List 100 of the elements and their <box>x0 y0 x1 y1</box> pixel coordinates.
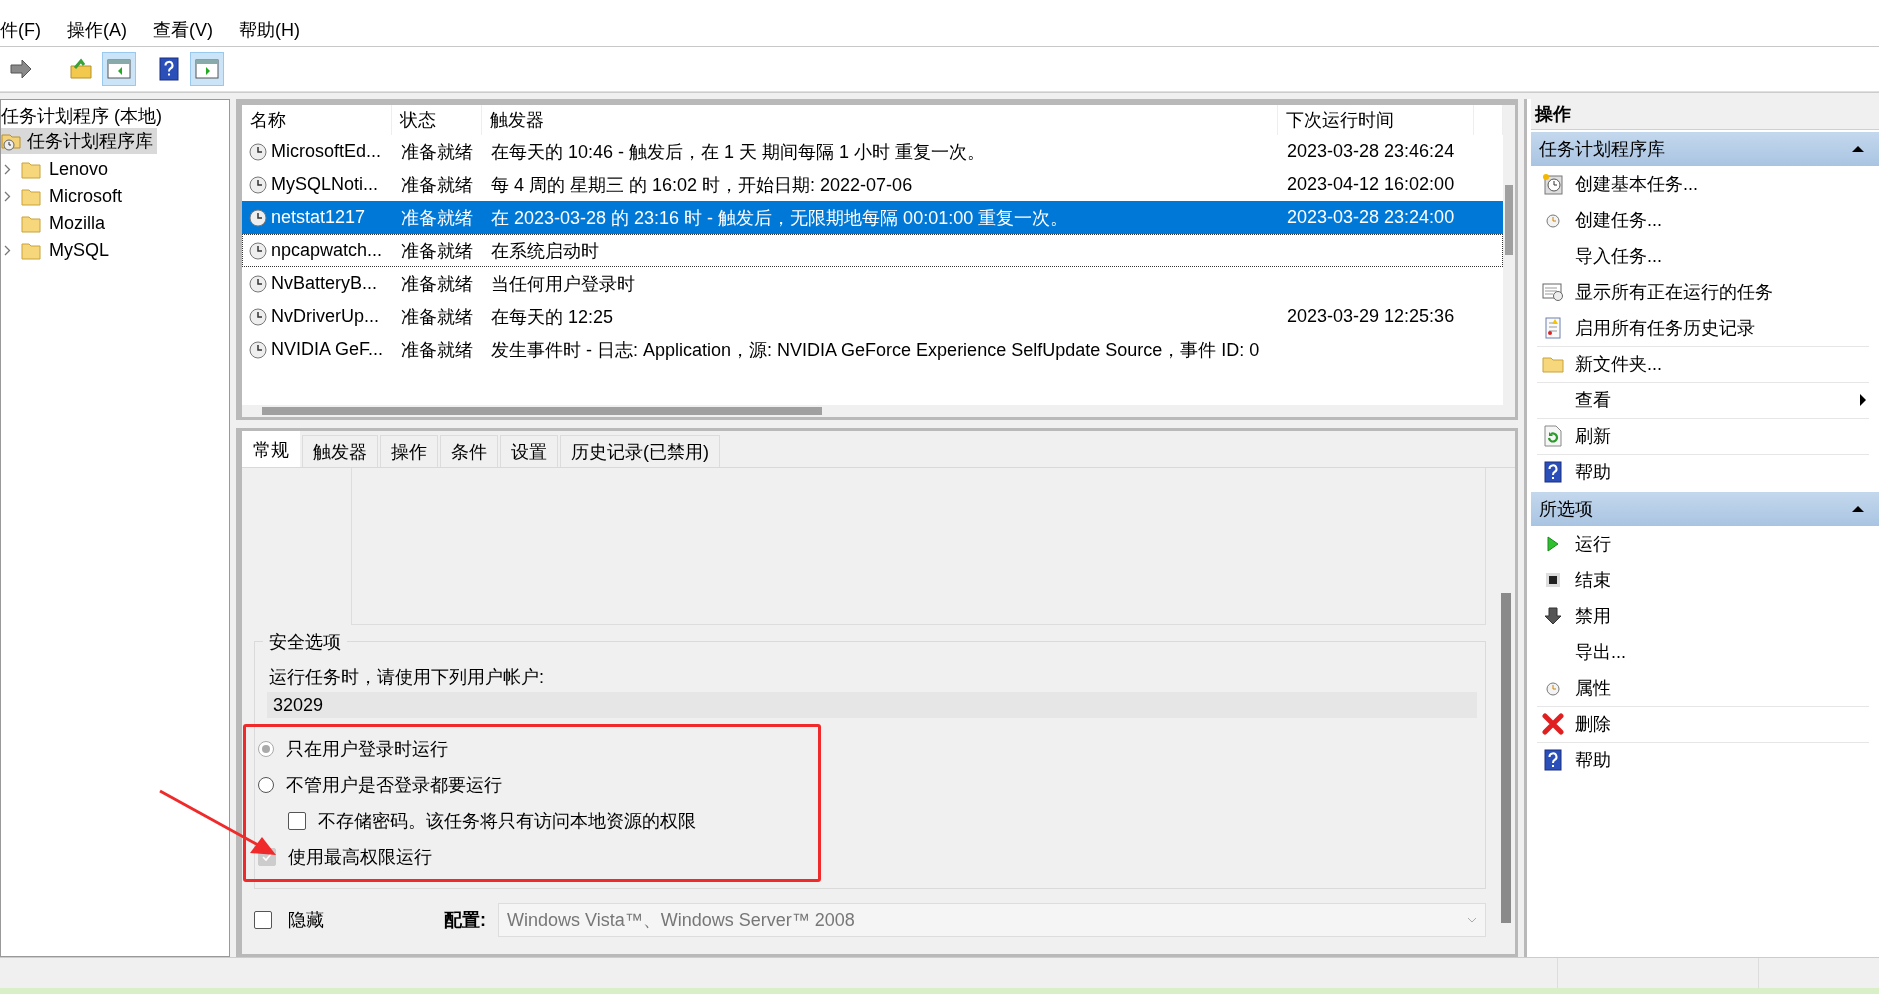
tab[interactable]: 条件 <box>440 435 498 467</box>
tree-item[interactable]: Lenovo <box>49 159 109 180</box>
table-cell-text: 准备就绪 <box>400 305 474 329</box>
tab[interactable]: 操作 <box>380 435 438 467</box>
table-cell-text: 在系统启动时 <box>490 239 600 263</box>
table-cell-text: 2023-03-28 23:24:00 <box>1286 207 1456 228</box>
action-item[interactable]: 查看 <box>1537 382 1869 417</box>
menu-item[interactable]: 查看(V) <box>153 18 213 42</box>
option-label: 只在用户登录时运行 <box>286 738 448 761</box>
table-cell-text: 当任何用户登录时 <box>490 272 636 296</box>
column-header[interactable]: 状态 <box>392 105 482 135</box>
table-cell-text: 在每天的 10:46 - 触发后，在 1 天 期间每隔 1 小时 重复一次。 <box>490 140 987 164</box>
group-title: 安全选项 <box>263 630 347 654</box>
chevron-down-icon <box>1467 917 1477 923</box>
menu-item[interactable]: 件(F) <box>0 18 41 42</box>
table-cell-text: 准备就绪 <box>400 239 474 263</box>
action-item[interactable]: 禁用 <box>1537 598 1869 633</box>
config-dropdown[interactable]: Windows Vista™、Windows Server™ 2008 <box>498 903 1486 937</box>
folder-icon <box>1542 354 1564 374</box>
panel-toggle-icon[interactable] <box>102 52 136 86</box>
account-field: 32029 <box>267 692 1477 718</box>
action-item[interactable]: 属性 <box>1537 670 1869 705</box>
table-row[interactable]: MicrosoftEd... 准备就绪 在每天的 10:46 - 触发后，在 1 天 期间每隔 1 小时 重复一次。 2023-03-28 23:46:24 <box>242 135 1503 168</box>
table-cell-text: 准备就绪 <box>400 173 474 197</box>
table-row[interactable]: npcapwatch... 准备就绪 在系统启动时 <box>242 234 1503 267</box>
notebook-icon <box>1544 317 1562 339</box>
tab[interactable]: 设置 <box>500 435 558 467</box>
help-icon <box>1544 461 1562 483</box>
play-icon <box>1546 536 1560 552</box>
clock-icon <box>1544 679 1562 697</box>
column-header[interactable]: 下次运行时间 <box>1278 105 1474 135</box>
expand-chevron-icon[interactable] <box>3 164 11 175</box>
config-label: 配置: <box>444 909 486 932</box>
table-row[interactable]: netstat1217 准备就绪 在 2023-03-28 的 23:16 时 - 触发后，无限期地每隔 00:01:00 重复一次。 2023-03-28 23:24:00 <box>242 201 1503 234</box>
action-item[interactable]: 显示所有正在运行的任务 <box>1537 274 1869 309</box>
stop-icon <box>1545 572 1561 588</box>
table-cell-text: 在每天的 12:25 <box>490 305 615 329</box>
table-row[interactable]: NVIDIA GeF... 准备就绪 发生事件时 - 日志: Application，源: NVIDIA GeForce Experience SelfUpdate Source，事件 ID: 0 <box>242 333 1503 366</box>
folder-icon <box>21 160 41 179</box>
radio-button[interactable] <box>258 777 274 793</box>
tab[interactable]: 常规 <box>242 431 300 467</box>
option-label: 使用最高权限运行 <box>288 846 432 869</box>
expand-chevron-icon[interactable] <box>3 191 11 202</box>
action-item[interactable]: 启用所有任务历史记录 <box>1537 310 1869 345</box>
panel-toggle-icon[interactable] <box>190 52 224 86</box>
table-cell-text: 每 4 周的 星期三 的 16:02 时，开始日期: 2022-07-06 <box>490 173 914 197</box>
action-item[interactable]: 帮助 <box>1537 742 1869 777</box>
tab[interactable]: 历史记录(已禁用) <box>560 435 720 467</box>
action-item[interactable]: 创建基本任务... <box>1537 166 1869 201</box>
expand-chevron-icon[interactable] <box>3 245 11 256</box>
hidden-label: 隐藏 <box>288 909 324 932</box>
column-header[interactable]: 名称 <box>242 105 392 135</box>
list-clock-icon <box>1542 282 1564 302</box>
down-arrow-icon <box>1544 607 1562 625</box>
action-item[interactable]: 刷新 <box>1537 418 1869 453</box>
table-cell: NvDriverUp... <box>271 306 379 327</box>
clock-icon <box>249 175 267 194</box>
action-item[interactable]: 结束 <box>1537 562 1869 597</box>
clock-icon <box>249 208 267 227</box>
tree-item[interactable]: Mozilla <box>49 213 105 234</box>
collapse-caret-icon[interactable] <box>1851 145 1865 153</box>
tree-item[interactable]: 任务计划程序 (本地) <box>1 104 229 128</box>
action-item[interactable]: 删除 <box>1537 706 1869 741</box>
action-item[interactable]: 帮助 <box>1537 454 1869 489</box>
vertical-scrollbar[interactable] <box>1503 105 1515 417</box>
tab[interactable]: 触发器 <box>302 435 378 467</box>
panel-title: 操作 <box>1531 99 1879 130</box>
section-header[interactable]: 所选项 <box>1531 492 1879 526</box>
checkbox[interactable] <box>254 911 272 929</box>
column-header[interactable]: 触发器 <box>482 105 1278 135</box>
table-cell-text: 2023-03-29 12:25:36 <box>1286 306 1456 327</box>
table-cell-text: 在 2023-03-28 的 23:16 时 - 触发后，无限期地每隔 00:01:00 重复一次。 <box>490 206 1070 230</box>
action-item[interactable]: 导入任务... <box>1537 238 1869 273</box>
tree-item[interactable]: Microsoft <box>49 186 122 207</box>
table-row[interactable]: NvBatteryB... 准备就绪 当任何用户登录时 <box>242 267 1503 300</box>
folder-icon <box>21 214 41 233</box>
collapse-caret-icon[interactable] <box>1851 505 1865 513</box>
folder-icon <box>21 241 41 260</box>
menu-item[interactable]: 帮助(H) <box>239 18 300 42</box>
clock-icon <box>249 142 267 161</box>
action-item[interactable]: 新文件夹... <box>1537 346 1869 381</box>
account-label: 运行任务时，请使用下列用户帐户: <box>268 666 545 689</box>
table-row[interactable]: NvDriverUp... 准备就绪 在每天的 12:25 2023-03-29 12:25:36 <box>242 300 1503 333</box>
table-row[interactable]: MySQLNoti... 准备就绪 每 4 周的 星期三 的 16:02 时，开始日期: 2022-07-06 2023-04-12 16:02:00 <box>242 168 1503 201</box>
tree-item[interactable]: 任务计划程序库 <box>1 128 157 154</box>
clock-icon <box>1544 211 1562 229</box>
table-cell-text: 2023-04-12 16:02:00 <box>1286 174 1456 195</box>
action-item[interactable]: 导出... <box>1537 634 1869 669</box>
clock-icon <box>249 241 267 260</box>
tree-item[interactable]: MySQL <box>49 240 109 261</box>
menu-item[interactable]: 操作(A) <box>67 18 127 42</box>
horizontal-scrollbar[interactable] <box>242 405 1503 417</box>
table-cell: netstat1217 <box>271 207 366 228</box>
section-header[interactable]: 任务计划程序库 <box>1531 132 1879 166</box>
table-cell-text: 发生事件时 - 日志: Application，源: NVIDIA GeForce Experience SelfUpdate Source，事件 ID: 0 <box>490 338 1261 362</box>
clock-icon <box>249 274 267 293</box>
checkbox[interactable] <box>288 812 306 830</box>
action-item[interactable]: 运行 <box>1537 526 1869 561</box>
action-item[interactable]: 创建任务... <box>1537 202 1869 237</box>
table-cell: MicrosoftEd... <box>271 141 382 162</box>
